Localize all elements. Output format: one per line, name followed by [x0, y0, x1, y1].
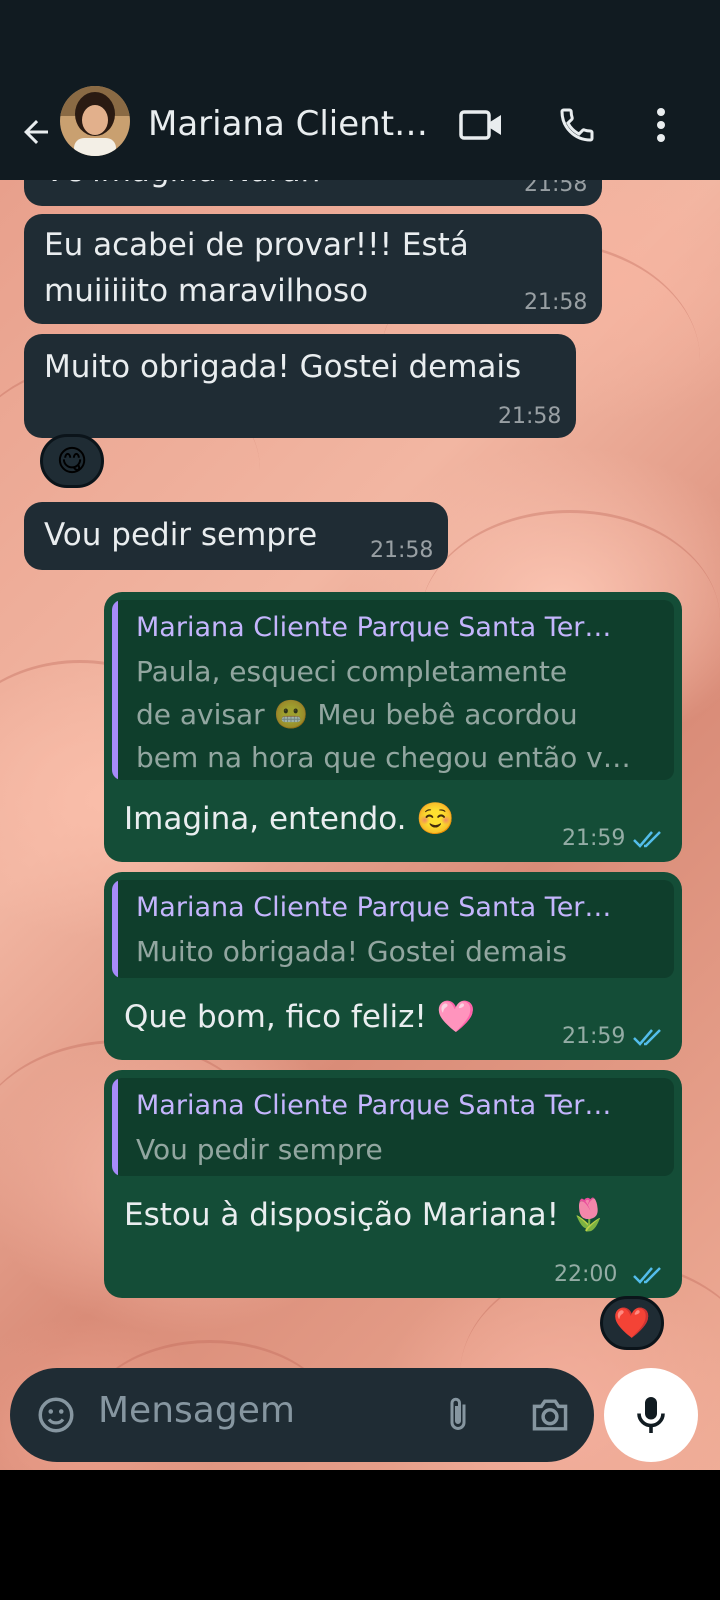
message-input[interactable]: Mensagem	[98, 1390, 295, 1431]
sticker-icon[interactable]	[32, 1391, 80, 1439]
message-incoming[interactable]: Vou pedir sempre 21:58	[24, 502, 448, 570]
arrow-left-icon[interactable]	[14, 110, 58, 154]
message-outgoing[interactable]: Mariana Cliente Parque Santa Ter… Muito …	[104, 872, 682, 1060]
message-outgoing[interactable]: Mariana Cliente Parque Santa Ter… Paula,…	[104, 592, 682, 862]
message-input-bar[interactable]: Mensagem	[10, 1368, 594, 1462]
quote-accent-bar	[112, 600, 118, 780]
quoted-message[interactable]: Mariana Cliente Parque Santa Ter… Vou pe…	[112, 1078, 674, 1176]
message-reaction[interactable]: 😋	[40, 434, 104, 488]
read-ticks-icon	[632, 1264, 666, 1290]
avatar[interactable]	[60, 86, 130, 156]
video-call-icon[interactable]	[456, 100, 506, 150]
message-reaction[interactable]: ❤️	[600, 1296, 664, 1350]
message-incoming[interactable]: Eu acabei de provar!!! Está muiiiiito ma…	[24, 214, 602, 324]
read-ticks-icon	[632, 828, 666, 854]
quote-accent-bar	[112, 1078, 118, 1176]
system-nav-bar	[0, 1470, 720, 1600]
status-bar	[0, 0, 720, 92]
camera-icon[interactable]	[526, 1391, 574, 1439]
message-outgoing[interactable]: Mariana Cliente Parque Santa Ter… Vou pe…	[104, 1070, 682, 1298]
contact-name[interactable]: Mariana Client…	[148, 104, 438, 144]
more-vertical-icon[interactable]	[636, 100, 686, 150]
quoted-message[interactable]: Mariana Cliente Parque Santa Ter… Muito …	[112, 880, 674, 978]
quoted-message[interactable]: Mariana Cliente Parque Santa Ter… Paula,…	[112, 600, 674, 780]
paperclip-icon[interactable]	[434, 1391, 482, 1439]
message-incoming[interactable]: Muito obrigada! Gostei demais 21:58	[24, 334, 576, 438]
read-ticks-icon	[632, 1026, 666, 1052]
phone-icon[interactable]	[552, 100, 602, 150]
quote-accent-bar	[112, 880, 118, 978]
microphone-icon[interactable]	[604, 1368, 698, 1462]
